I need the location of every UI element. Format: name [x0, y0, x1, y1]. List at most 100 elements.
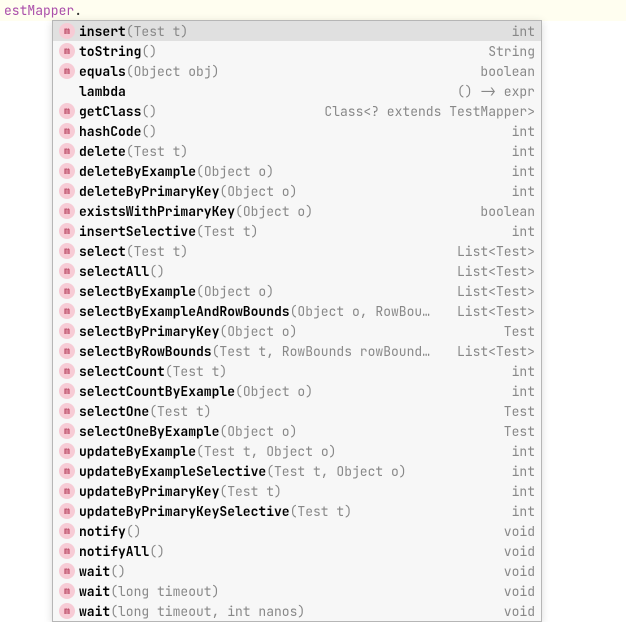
method-params: () [149, 543, 165, 560]
method-icon: m [59, 183, 75, 199]
method-params: (Test t, Object o) [196, 443, 336, 460]
method-icon: m [59, 303, 75, 319]
completion-item[interactable]: mselectByExampleAndRowBounds(Object o, R… [53, 301, 541, 321]
method-name: toString [79, 43, 141, 60]
code-dot: . [74, 2, 82, 19]
completion-item[interactable]: mdeleteByExample(Object o)int [53, 161, 541, 181]
return-type: void [504, 563, 535, 580]
method-name: updateByPrimaryKey [79, 483, 219, 500]
method-params: () [110, 563, 126, 580]
method-name: hashCode [79, 123, 141, 140]
return-type: int [512, 123, 535, 140]
completion-item[interactable]: mnotify()void [53, 521, 541, 541]
method-icon: m [59, 223, 75, 239]
completion-item[interactable]: mupdateByExampleSelective(Test t, Object… [53, 461, 541, 481]
method-params: (Test t, Object o) [266, 463, 406, 480]
completion-item[interactable]: mupdateByPrimaryKeySelective(Test t)int [53, 501, 541, 521]
completion-item[interactable]: lambda() -> expr [53, 81, 541, 101]
return-type: int [512, 503, 535, 520]
completion-item[interactable]: mnotifyAll()void [53, 541, 541, 561]
method-icon: m [59, 583, 75, 599]
return-type: int [512, 183, 535, 200]
completion-item[interactable]: mdelete(Test t)int [53, 141, 541, 161]
return-type: int [512, 143, 535, 160]
method-name: getClass [79, 103, 141, 120]
completion-item[interactable]: mhashCode() int [53, 121, 541, 141]
method-name: selectCountByExample [79, 383, 235, 400]
method-params: (Test t) [219, 483, 281, 500]
method-icon: m [59, 123, 75, 139]
completion-item[interactable]: mselect(Test t)List<Test> [53, 241, 541, 261]
method-params: (Object o) [235, 203, 313, 220]
method-params: (Object o) [219, 183, 297, 200]
return-type: int [512, 163, 535, 180]
method-icon: m [59, 363, 75, 379]
return-type: void [504, 543, 535, 560]
method-icon: m [59, 563, 75, 579]
completion-item[interactable]: mselectByExample(Object o)List<Test> [53, 281, 541, 301]
return-type: List<Test> [457, 263, 535, 280]
method-params: (Test t) [196, 223, 258, 240]
completion-item[interactable]: mtoString()String [53, 41, 541, 61]
return-type: Class<? extends TestMapper> [324, 103, 535, 120]
method-params: (Object o) [196, 283, 274, 300]
method-params: (Object obj) [126, 63, 220, 80]
method-params: (Object o) [235, 383, 313, 400]
completion-item[interactable]: mwait()void [53, 561, 541, 581]
method-name: select [79, 243, 126, 260]
completion-item[interactable]: mselectByPrimaryKey(Object o)Test [53, 321, 541, 341]
method-params: (long timeout) [110, 583, 219, 600]
completion-item[interactable]: mdeleteByPrimaryKey(Object o)int [53, 181, 541, 201]
method-icon: m [59, 243, 75, 259]
completion-item[interactable]: mupdateByPrimaryKey(Test t)int [53, 481, 541, 501]
completion-item[interactable]: mwait(long timeout, int nanos)void [53, 601, 541, 621]
return-type: int [512, 463, 535, 480]
completion-item[interactable]: mselectOneByExample(Object o)Test [53, 421, 541, 441]
completion-item[interactable]: mexistsWithPrimaryKey(Object o)boolean [53, 201, 541, 221]
completion-popup[interactable]: minsert(Test t)intmtoString()Stringmequa… [52, 20, 542, 622]
method-icon: m [59, 143, 75, 159]
method-name: updateByExample [79, 443, 196, 460]
code-line: estMapper. [0, 0, 626, 21]
method-params: (long timeout, int nanos) [110, 603, 305, 620]
method-icon: m [59, 103, 75, 119]
method-params: () [126, 523, 142, 540]
code-reference-text: estMapper [4, 2, 74, 19]
method-name: insert [79, 23, 126, 40]
method-icon: m [59, 323, 75, 339]
method-icon: m [59, 43, 75, 59]
completion-item[interactable]: mselectOne(Test t)Test [53, 401, 541, 421]
return-type: int [512, 443, 535, 460]
return-type: int [512, 363, 535, 380]
method-name: selectByRowBounds [79, 343, 212, 360]
completion-item[interactable]: minsert(Test t)int [53, 21, 541, 41]
method-icon: m [59, 23, 75, 39]
method-name: insertSelective [79, 223, 196, 240]
return-type: List<Test> [457, 303, 535, 320]
method-name: existsWithPrimaryKey [79, 203, 235, 220]
completion-item[interactable]: mequals(Object obj)boolean [53, 61, 541, 81]
return-type: Test [504, 423, 535, 440]
method-params: () [149, 263, 165, 280]
method-params: (Test t) [290, 503, 352, 520]
method-icon: m [59, 203, 75, 219]
completion-item[interactable]: minsertSelective(Test t)int [53, 221, 541, 241]
return-type: () -> expr [457, 83, 535, 100]
completion-item[interactable]: mselectAll()List<Test> [53, 261, 541, 281]
completion-item[interactable]: mupdateByExample(Test t, Object o)int [53, 441, 541, 461]
method-icon: m [59, 523, 75, 539]
completion-item[interactable]: mgetClass()Class<? extends TestMapper> [53, 101, 541, 121]
completion-item[interactable]: mwait(long timeout)void [53, 581, 541, 601]
return-type: List<Test> [457, 343, 535, 360]
method-icon: m [59, 403, 75, 419]
return-type: int [512, 483, 535, 500]
method-name: wait [79, 583, 110, 600]
return-type: boolean [480, 63, 535, 80]
completion-item[interactable]: mselectByRowBounds(Test t, RowBounds row… [53, 341, 541, 361]
return-type: List<Test> [457, 243, 535, 260]
method-name: selectOneByExample [79, 423, 219, 440]
method-params: () [141, 123, 157, 140]
method-name: updateByPrimaryKeySelective [79, 503, 290, 520]
completion-item[interactable]: mselectCountByExample(Object o)int [53, 381, 541, 401]
completion-item[interactable]: mselectCount(Test t)int [53, 361, 541, 381]
